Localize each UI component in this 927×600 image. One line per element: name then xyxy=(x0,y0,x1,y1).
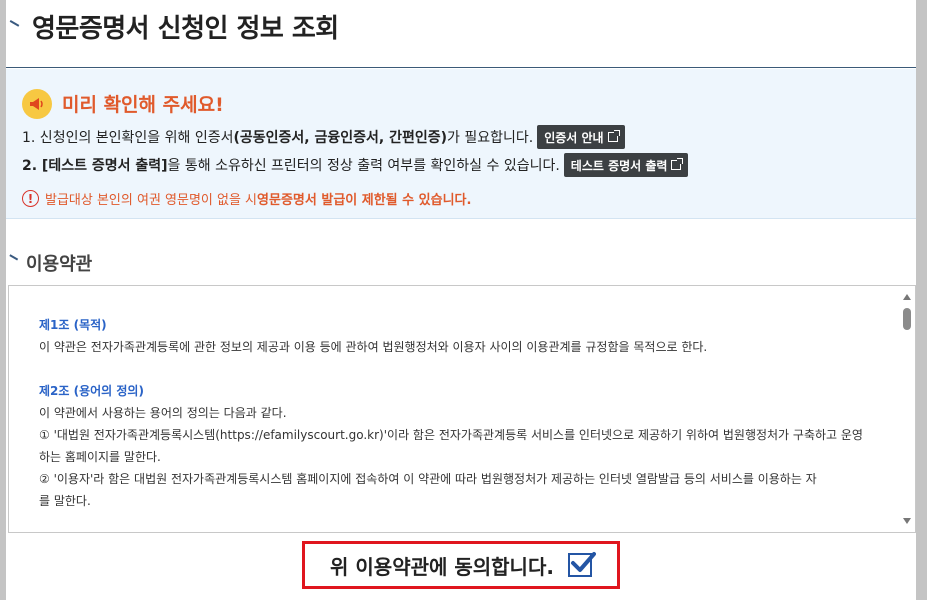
checkmark-icon xyxy=(570,552,596,572)
external-link-icon xyxy=(607,130,620,142)
page-title: 영문증명서 신청인 정보 조회 xyxy=(32,14,339,44)
test-print-button[interactable]: 테스트 증명서 출력 xyxy=(563,153,689,177)
warning-bold: 영문증명서 발급이 제한될 수 있습니다. xyxy=(257,193,472,208)
article-2-item-2a: ② '이용자'라 함은 대법원 전자가족관계등록시스템 홈페이지에 접속하여 이… xyxy=(39,472,817,486)
scroll-thumb[interactable] xyxy=(903,308,911,330)
notice-line-1-suffix: 가 필요합니다. xyxy=(447,130,534,146)
article-2-intro: 이 약관에서 사용하는 용어의 정의는 다음과 같다. xyxy=(39,406,287,420)
cert-guide-button[interactable]: 인증서 안내 xyxy=(537,125,625,149)
notice-line-2-bold: 2. [테스트 증명서 출력] xyxy=(22,158,168,174)
terms-scroll-box[interactable]: 제1조 (목적) 이 약관은 전자가족관계등록에 관한 정보의 제공과 이용 등… xyxy=(8,285,916,533)
terms-content: 제1조 (목적) 이 약관은 전자가족관계등록에 관한 정보의 제공과 이용 등… xyxy=(39,314,894,512)
agree-terms-checkbox[interactable] xyxy=(567,552,596,577)
agree-terms-box[interactable]: 위 이용약관에 동의합니다. xyxy=(302,541,620,589)
megaphone-icon xyxy=(22,89,52,119)
test-print-button-label: 테스트 증명서 출력 xyxy=(570,158,668,173)
article-2-item-2b: 를 말한다. xyxy=(39,494,91,508)
notice-line-2: 2. [테스트 증명서 출력] 을 통해 소유하신 프린터의 정상 출력 여부를… xyxy=(22,153,689,177)
notice-line-2-suffix: 을 통해 소유하신 프린터의 정상 출력 여부를 확인하실 수 있습니다. xyxy=(167,158,560,174)
article-2-item-1a: ① '대법원 전자가족관계등록시스템(https://efamilyscourt… xyxy=(39,428,863,442)
cert-guide-button-label: 인증서 안내 xyxy=(544,130,604,145)
page-header: 영문증명서 신청인 정보 조회 xyxy=(6,0,916,68)
notice-title: 미리 확인해 주세요! xyxy=(62,94,224,116)
article-2-title: 제2조 (용어의 정의) xyxy=(39,384,144,398)
warning-message: ! 발급대상 본인의 여권 영문명이 없을 시 영문증명서 발급이 제한될 수 … xyxy=(22,189,471,208)
section-mark-icon xyxy=(6,254,19,265)
notice-box: 미리 확인해 주세요! 1. 신청인의 본인확인을 위해 인증서 (공동인증서,… xyxy=(6,69,916,219)
page: 영문증명서 신청인 정보 조회 미리 확인해 주세요! 1. 신청인의 본인확인… xyxy=(6,0,916,600)
external-link-icon xyxy=(671,158,684,170)
scroll-down-icon[interactable] xyxy=(903,518,911,524)
notice-line-1: 1. 신청인의 본인확인을 위해 인증서 (공동인증서, 금융인증서, 간편인증… xyxy=(22,125,625,149)
title-mark-icon xyxy=(6,20,20,32)
exclamation-icon: ! xyxy=(22,190,39,207)
scroll-up-icon[interactable] xyxy=(903,294,911,300)
terms-scrollbar[interactable] xyxy=(899,286,915,532)
article-2-item-1b: 하는 홈페이지를 말한다. xyxy=(39,450,161,464)
article-1-title: 제1조 (목적) xyxy=(39,318,107,332)
notice-line-1-bold: (공동인증서, 금융인증서, 간편인증) xyxy=(233,130,447,146)
terms-section-title: 이용약관 xyxy=(26,254,93,275)
agree-terms-label: 위 이용약관에 동의합니다. xyxy=(330,554,554,579)
article-1-body: 이 약관은 전자가족관계등록에 관한 정보의 제공과 이용 등에 관하여 법원행… xyxy=(39,340,708,354)
notice-line-1-prefix: 1. 신청인의 본인확인을 위해 인증서 xyxy=(22,130,234,146)
warning-prefix: 발급대상 본인의 여권 영문명이 없을 시 xyxy=(45,193,258,208)
